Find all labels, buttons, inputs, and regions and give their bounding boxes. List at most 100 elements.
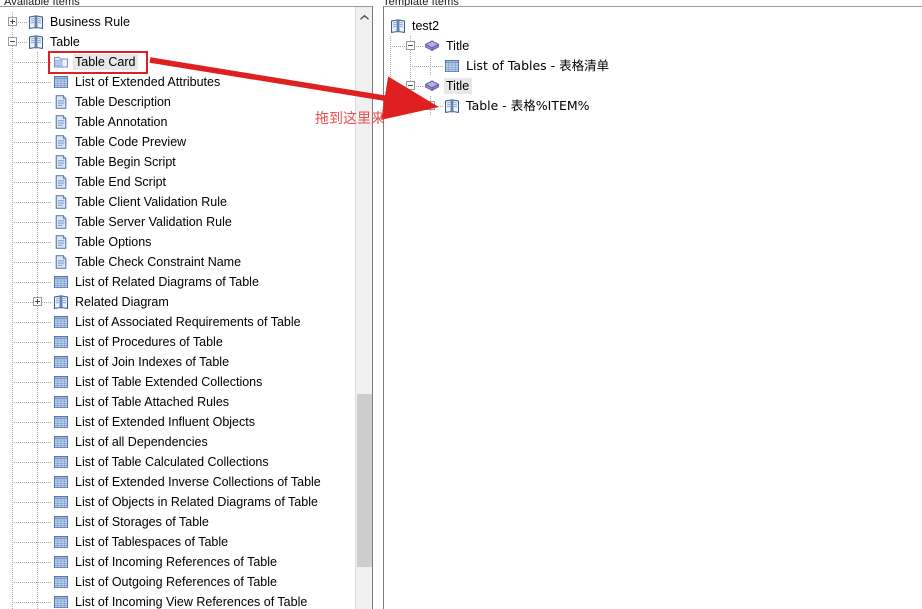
book-purple-icon — [424, 78, 440, 94]
tree-item-label[interactable]: Table Check Constraint Name — [73, 254, 244, 270]
tree-elbow — [12, 502, 52, 503]
tree-row[interactable]: List of Outgoing References of Table — [0, 572, 372, 592]
tree-row[interactable]: Table Check Constraint Name — [0, 252, 372, 272]
tree-elbow — [12, 342, 52, 343]
tree-row[interactable]: List of Incoming View References of Tabl… — [0, 592, 372, 609]
tree-item-label[interactable]: List of Incoming View References of Tabl… — [73, 594, 310, 609]
tree-row[interactable]: Table Server Validation Rule — [0, 212, 372, 232]
tree-item-label[interactable]: Title — [444, 78, 473, 94]
expand-node-button[interactable] — [8, 17, 17, 26]
tree-row[interactable]: List of Objects in Related Diagrams of T… — [0, 492, 372, 512]
tree-item-label[interactable]: List of Associated Requirements of Table — [73, 314, 304, 330]
book-blue-icon — [390, 18, 406, 34]
tree-item-label[interactable]: Table Client Validation Rule — [73, 194, 230, 210]
tree-row[interactable]: Table Client Validation Rule — [0, 192, 372, 212]
tree-item-label[interactable]: List of Tablespaces of Table — [73, 534, 231, 550]
grid-icon — [53, 414, 69, 430]
grid-icon — [53, 334, 69, 350]
tree-item-label[interactable]: List of Join Indexes of Table — [73, 354, 232, 370]
template-items-tree[interactable]: test2 Title List of Tables - 表格清单 Title Tabl… — [384, 7, 922, 116]
scrollbar-thumb[interactable] — [357, 394, 372, 567]
tree-row[interactable]: Table Code Preview — [0, 132, 372, 152]
tree-row[interactable]: Business Rule — [0, 12, 372, 32]
tree-row[interactable]: List of Related Diagrams of Table — [0, 272, 372, 292]
tree-row[interactable]: Table Options — [0, 232, 372, 252]
tree-row[interactable]: Table — [0, 32, 372, 52]
available-items-scrollbar[interactable] — [355, 7, 372, 609]
tree-item-label[interactable]: Business Rule — [48, 14, 133, 30]
tree-item-label[interactable]: Related Diagram — [73, 294, 172, 310]
tree-row[interactable]: Table Card — [0, 52, 372, 72]
tree-row[interactable]: List of Procedures of Table — [0, 332, 372, 352]
tree-item-label[interactable]: List of Extended Attributes — [73, 74, 223, 90]
tree-row[interactable]: test2 — [384, 16, 922, 36]
tree-item-label[interactable]: List of Table Calculated Collections — [73, 454, 272, 470]
expand-node-button[interactable] — [33, 297, 42, 306]
scroll-up-button[interactable] — [356, 7, 372, 24]
document-icon — [53, 194, 69, 210]
available-items-tree[interactable]: Business Rule Table Table Card List of Exte… — [0, 7, 372, 609]
tree-item-label[interactable]: List of Outgoing References of Table — [73, 574, 280, 590]
tree-item-label[interactable]: List of Procedures of Table — [73, 334, 226, 350]
tree-row[interactable]: List of Incoming References of Table — [0, 552, 372, 572]
tree-row[interactable]: List of Tablespaces of Table — [0, 532, 372, 552]
tree-item-label[interactable]: Table Card — [73, 54, 139, 70]
tree-item-label[interactable]: List of Extended Inverse Collections of … — [73, 474, 324, 490]
tree-item-label[interactable]: test2 — [410, 18, 442, 34]
tree-item-label[interactable]: Title — [444, 38, 472, 54]
document-icon — [53, 154, 69, 170]
expand-node-button[interactable] — [426, 101, 435, 110]
tree-elbow — [12, 562, 52, 563]
tree-item-label[interactable]: Table Options — [73, 234, 154, 250]
tree-item-label[interactable]: List of Extended Influent Objects — [73, 414, 258, 430]
tree-item-label[interactable]: List of Table Attached Rules — [73, 394, 232, 410]
grid-icon — [53, 434, 69, 450]
tree-row[interactable]: Table - 表格%ITEM% — [384, 96, 922, 116]
tree-row[interactable]: Table Description — [0, 92, 372, 112]
tree-elbow — [12, 482, 52, 483]
tree-row[interactable]: List of all Dependencies — [0, 432, 372, 452]
tree-item-label[interactable]: List of Tables - 表格清单 — [464, 58, 612, 74]
collapse-node-button[interactable] — [406, 81, 415, 90]
tree-row[interactable]: List of Table Attached Rules — [0, 392, 372, 412]
grid-icon — [53, 274, 69, 290]
tree-row[interactable]: Table End Script — [0, 172, 372, 192]
tree-row[interactable]: Title — [384, 36, 922, 56]
tree-item-label[interactable]: List of Incoming References of Table — [73, 554, 280, 570]
tree-row[interactable]: List of Tables - 表格清单 — [384, 56, 922, 76]
tree-item-label[interactable]: List of Related Diagrams of Table — [73, 274, 262, 290]
tree-row[interactable]: List of Extended Influent Objects — [0, 412, 372, 432]
tree-row[interactable]: List of Extended Inverse Collections of … — [0, 472, 372, 492]
tree-item-label[interactable]: Table Annotation — [73, 114, 170, 130]
tree-item-label[interactable]: Table Code Preview — [73, 134, 189, 150]
tree-item-label[interactable]: Table Description — [73, 94, 174, 110]
tree-item-label[interactable]: List of Storages of Table — [73, 514, 212, 530]
tree-item-label[interactable]: List of Table Extended Collections — [73, 374, 265, 390]
template-items-panel: test2 Title List of Tables - 表格清单 Title Tabl… — [383, 6, 922, 609]
grid-icon — [53, 574, 69, 590]
grid-icon — [53, 594, 69, 609]
tree-item-label[interactable]: Table — [48, 34, 83, 50]
tree-row[interactable]: Table Annotation — [0, 112, 372, 132]
collapse-node-button[interactable] — [8, 37, 17, 46]
tree-item-label[interactable]: Table Server Validation Rule — [73, 214, 235, 230]
tree-item-label[interactable]: Table End Script — [73, 174, 169, 190]
tree-row[interactable]: Table Begin Script — [0, 152, 372, 172]
tree-row[interactable]: List of Table Calculated Collections — [0, 452, 372, 472]
tree-item-label[interactable]: List of all Dependencies — [73, 434, 211, 450]
tree-row[interactable]: List of Extended Attributes — [0, 72, 372, 92]
tree-elbow — [410, 66, 443, 67]
tree-row[interactable]: List of Join Indexes of Table — [0, 352, 372, 372]
tree-item-label[interactable]: List of Objects in Related Diagrams of T… — [73, 494, 321, 510]
tree-row[interactable]: List of Associated Requirements of Table — [0, 312, 372, 332]
tree-row[interactable]: Related Diagram — [0, 292, 372, 312]
document-icon — [53, 114, 69, 130]
tree-row[interactable]: List of Table Extended Collections — [0, 372, 372, 392]
tree-item-label[interactable]: Table Begin Script — [73, 154, 179, 170]
tree-item-label[interactable]: Table - 表格%ITEM% — [464, 98, 593, 114]
collapse-node-button[interactable] — [406, 41, 415, 50]
tree-row[interactable]: Title — [384, 76, 922, 96]
tree-row[interactable]: List of Storages of Table — [0, 512, 372, 532]
tree-guide-line — [12, 592, 13, 609]
document-icon — [53, 214, 69, 230]
